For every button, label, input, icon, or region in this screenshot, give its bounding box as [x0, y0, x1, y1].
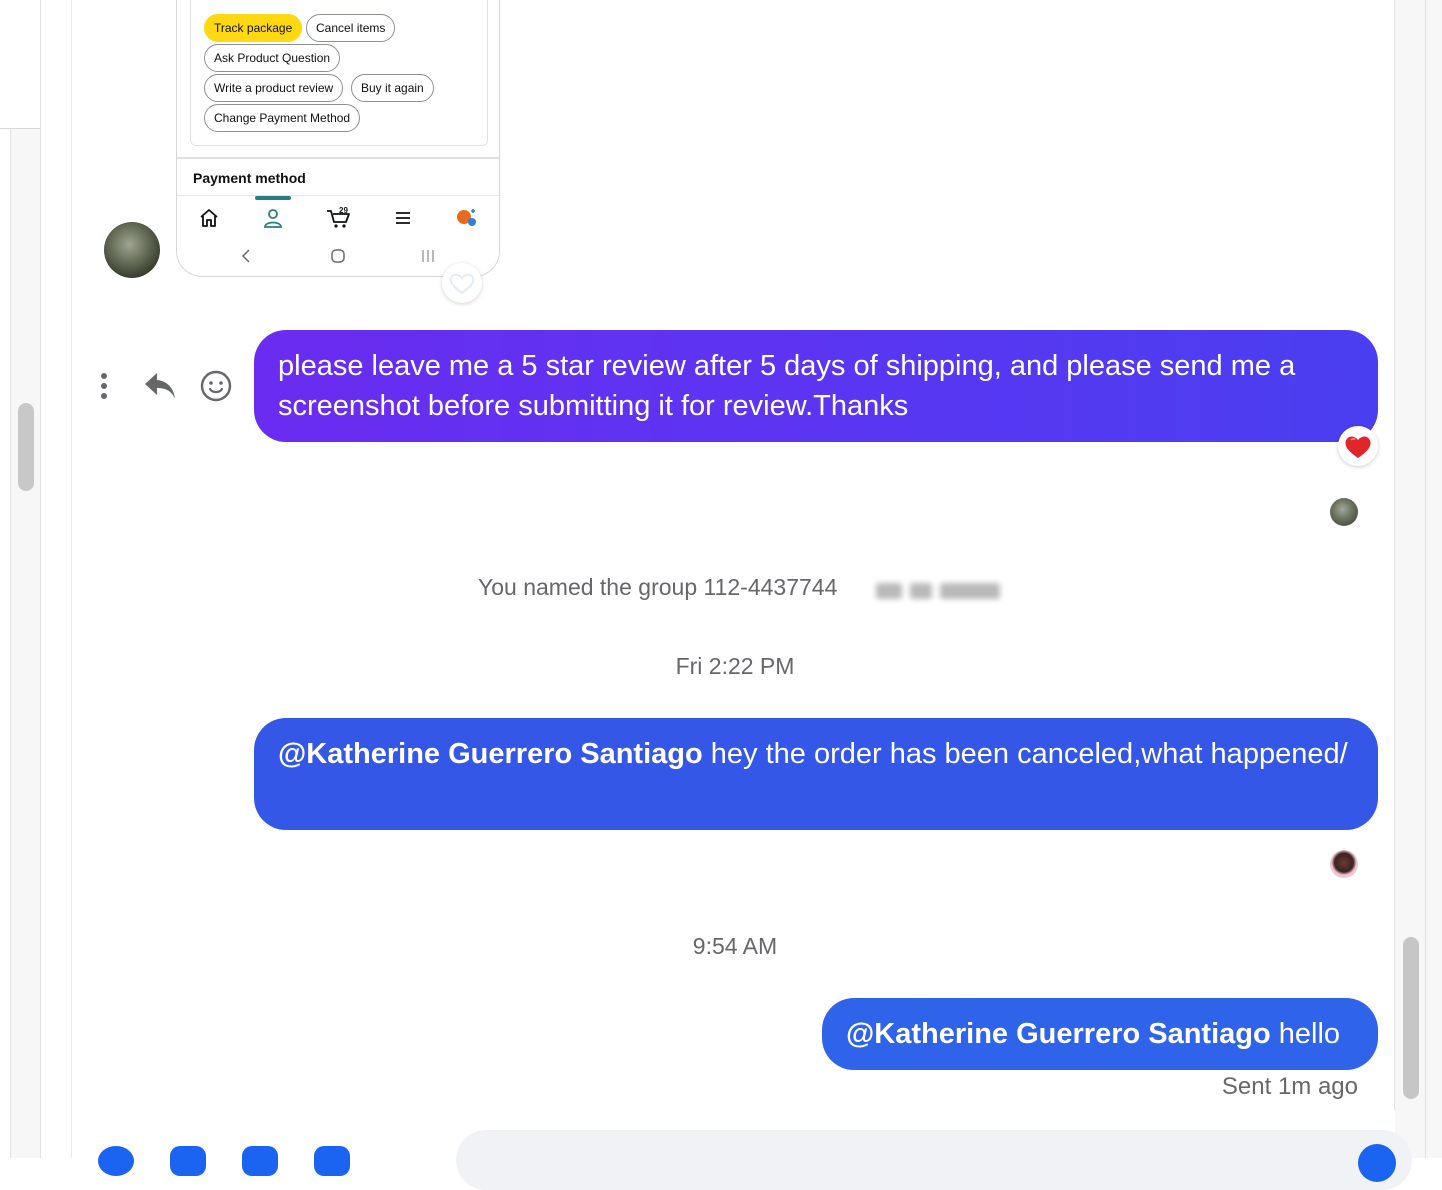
menu-icon[interactable] [391, 206, 415, 230]
ask-product-question-button[interactable]: Ask Product Question [204, 44, 341, 72]
buy-again-button[interactable]: Buy it again [351, 74, 434, 102]
rufus-icon[interactable] [454, 206, 478, 230]
emoji-icon[interactable] [1358, 1144, 1396, 1182]
message-bubble[interactable]: please leave me a 5 star review after 5 … [254, 330, 1378, 442]
reply-button[interactable] [140, 366, 180, 406]
message-bubble[interactable]: @Katherine Guerrero Santiago hey the ord… [254, 718, 1378, 830]
heart-icon [1345, 436, 1371, 458]
sidebar-scrollbar[interactable] [18, 403, 34, 491]
heart-outline-icon [449, 273, 475, 295]
payment-method-heading: Payment method [193, 170, 306, 186]
conversation-list-panel [10, 129, 41, 1158]
write-review-button[interactable]: Write a product review [204, 74, 344, 102]
gutter-edge [1425, 0, 1426, 1158]
heart-reaction[interactable] [1338, 426, 1378, 466]
recents-icon[interactable] [418, 246, 438, 266]
screenshot-attachment[interactable]: Track package Cancel items Ask Product Q… [176, 0, 500, 277]
change-payment-button[interactable]: Change Payment Method [204, 104, 361, 132]
message-bubble[interactable]: @Katherine Guerrero Santiago hello [822, 998, 1378, 1070]
redacted-text [940, 583, 1000, 599]
redacted-text [910, 583, 932, 599]
back-icon[interactable] [237, 246, 257, 266]
gif-icon[interactable] [314, 1146, 350, 1176]
reply-icon [145, 373, 175, 399]
timestamp: 9:54 AM [692, 933, 778, 959]
sent-status: Sent 1m ago [1221, 1073, 1358, 1100]
react-heart-button[interactable] [442, 263, 482, 303]
redacted-text [876, 583, 902, 599]
account-icon[interactable] [261, 206, 285, 230]
cancel-items-button[interactable]: Cancel items [306, 14, 396, 42]
smiley-icon [200, 370, 232, 402]
track-package-button[interactable]: Track package [204, 14, 303, 42]
react-button[interactable] [196, 366, 236, 406]
composer-bar [72, 1110, 1412, 1190]
more-options-button[interactable] [84, 366, 124, 406]
sender-avatar[interactable] [104, 222, 160, 278]
message-input[interactable] [456, 1130, 1412, 1190]
bottom-nav-divider [177, 195, 499, 196]
chat-scrollbar[interactable] [1403, 937, 1419, 1099]
mention[interactable]: @Katherine Guerrero Santiago [846, 1018, 1271, 1050]
group-named-notice: You named the group 112-4437744 [478, 574, 838, 600]
more-vertical-icon [101, 373, 107, 399]
read-receipt-avatar [1330, 850, 1358, 878]
cart-count: 29 [339, 206, 348, 215]
left-sidebar [0, 0, 41, 1158]
message-text: hello [1270, 1018, 1341, 1050]
sticker-icon[interactable] [242, 1146, 278, 1176]
panel-divider [40, 0, 41, 1158]
cart-icon[interactable]: 29 [325, 206, 353, 230]
photo-icon[interactable] [170, 1146, 206, 1176]
message-actions [92, 366, 242, 406]
message-text: hey the order has been canceled,what hap… [702, 738, 1348, 770]
mention[interactable]: @Katherine Guerrero Santiago [278, 738, 703, 770]
plus-icon[interactable] [98, 1146, 134, 1176]
section-divider [177, 157, 499, 159]
message-text: please leave me a 5 star review after 5 … [278, 350, 1296, 422]
timestamp: Fri 2:22 PM [675, 653, 795, 679]
active-tab-indicator [255, 196, 291, 200]
home-icon[interactable] [197, 206, 221, 230]
read-receipt-avatar [1330, 498, 1358, 526]
home-circle-icon[interactable] [328, 246, 348, 266]
panel-divider [71, 0, 72, 1158]
